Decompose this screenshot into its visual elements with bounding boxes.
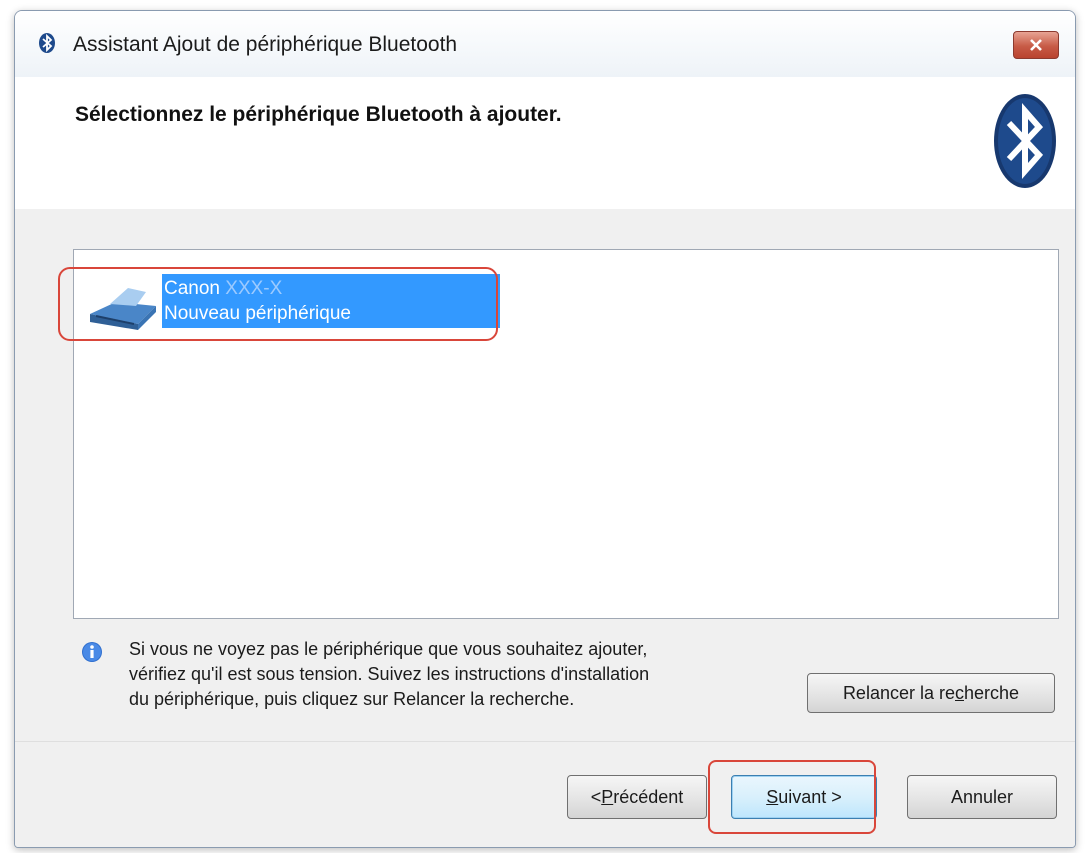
info-message: Si vous ne voyez pas le périphérique que…	[129, 637, 809, 712]
page-title: Sélectionnez le périphérique Bluetooth à…	[75, 103, 562, 126]
window-title: Assistant Ajout de périphérique Bluetoot…	[73, 33, 458, 56]
retry-search-button[interactable]: Relancer la re c herche	[807, 673, 1055, 713]
prev-label-post: récédent	[613, 786, 684, 807]
info-line: vérifiez qu'il est sous tension. Suivez …	[129, 664, 650, 684]
info-icon	[82, 642, 102, 662]
next-annotation-outline	[708, 760, 876, 834]
close-icon	[1030, 39, 1042, 51]
prev-label-mnemonic: P	[601, 786, 614, 807]
info-line: Si vous ne voyez pas le périphérique que…	[129, 639, 648, 659]
info-line: du périphérique, puis cliquez sur Relanc…	[129, 689, 575, 709]
retry-label-mnemonic: c	[955, 682, 964, 703]
wizard-footer: < Précédent Suivant > Annuler	[15, 741, 1075, 847]
wizard-header: Sélectionnez le périphérique Bluetooth à…	[15, 77, 1075, 210]
device-annotation-outline	[58, 267, 498, 341]
prev-label-pre: <	[590, 786, 602, 807]
previous-button[interactable]: < Précédent	[567, 775, 707, 819]
wizard-window: Assistant Ajout de périphérique Bluetoot…	[14, 10, 1076, 848]
cancel-button[interactable]: Annuler	[907, 775, 1057, 819]
retry-label-pre: Relancer la re	[842, 682, 955, 703]
bluetooth-icon	[39, 33, 55, 53]
close-button[interactable]	[1013, 31, 1059, 59]
title-bar[interactable]: Assistant Ajout de périphérique Bluetoot…	[15, 11, 1075, 77]
bluetooth-logo	[994, 94, 1056, 188]
retry-label-post: herche	[964, 682, 1020, 703]
